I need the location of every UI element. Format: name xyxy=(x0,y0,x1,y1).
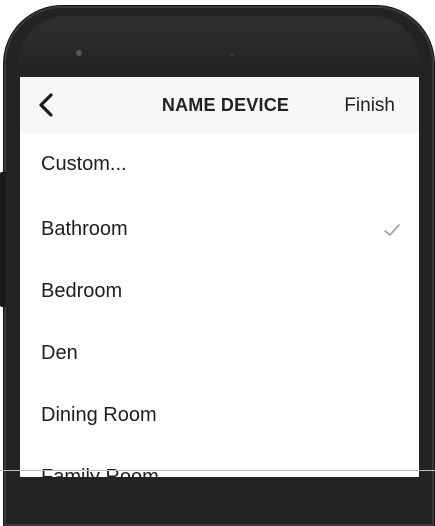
navigation-bar: NAME DEVICE Finish xyxy=(20,77,419,133)
list-item-bedroom[interactable]: Bedroom xyxy=(20,256,419,318)
list-item-dining-room[interactable]: Dining Room xyxy=(20,380,419,442)
sensor-dot xyxy=(230,53,234,57)
list-item-bathroom[interactable]: Bathroom xyxy=(20,194,419,256)
list-item-label: Family Room xyxy=(41,466,159,477)
list-item-label: Dining Room xyxy=(41,404,157,426)
list-item-family-room[interactable]: Family Room xyxy=(20,442,419,477)
list-item-label: Bathroom xyxy=(41,218,128,240)
list-item-label: Bedroom xyxy=(41,280,123,302)
checkmark-icon xyxy=(384,224,400,236)
list-item-custom[interactable]: Custom... xyxy=(20,133,419,194)
front-camera-icon xyxy=(76,50,82,56)
finish-button[interactable]: Finish xyxy=(344,95,395,117)
list-item-den[interactable]: Den xyxy=(20,318,419,380)
app-screen: NAME DEVICE Finish Custom... Bathroom Be… xyxy=(20,77,419,477)
phone-bezel-top xyxy=(18,16,420,76)
crop-divider xyxy=(0,470,435,471)
room-name-list: Custom... Bathroom Bedroom Den Dining Ro… xyxy=(20,133,419,477)
list-item-label: Den xyxy=(41,342,78,364)
phone-side-button xyxy=(0,172,6,307)
list-item-label: Custom... xyxy=(41,153,127,175)
